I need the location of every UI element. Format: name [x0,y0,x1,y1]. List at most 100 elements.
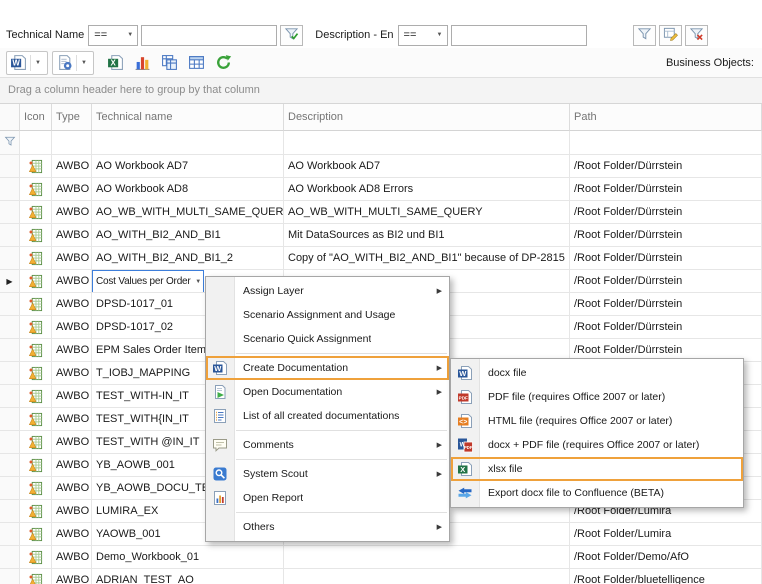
technical-name-filter-input[interactable] [141,25,277,46]
column-header-path[interactable]: Path [570,104,762,131]
customize-filter-button[interactable] [659,25,682,46]
technical-name-operator-select[interactable]: == ▼ [88,25,138,46]
create-documentation-button[interactable]: W▼ [6,51,48,75]
table-row[interactable]: AWBOAO Workbook AD8AO Workbook AD8 Error… [0,178,762,201]
menu-item-system-scout[interactable]: System Scout▶ [206,462,449,486]
menu-item-create-documentation[interactable]: WCreate Documentation▶ [206,356,449,380]
menu-item-xlsx-file[interactable]: Xxlsx file [451,457,743,481]
cell-type[interactable]: AWBO [52,569,92,584]
cell-type[interactable]: AWBO [52,247,92,270]
copy-grid-button[interactable] [158,51,181,75]
menu-item-docx-pdf-file-requires-office-2007-or-later[interactable]: WPDFdocx + PDF file (requires Office 200… [451,433,743,457]
menu-item-pdf-file-requires-office-2007-or-later[interactable]: PDFPDF file (requires Office 2007 or lat… [451,385,743,409]
table-row[interactable]: AWBODemo_Workbook_01/Root Folder/Demo/Af… [0,546,762,569]
cell-type[interactable]: AWBO [52,477,92,500]
menu-item-comments[interactable]: Comments▶ [206,433,449,457]
dropdown-arrow-icon[interactable]: ▼ [30,55,44,71]
chevron-down-icon: ▼ [433,32,447,38]
cell-type[interactable]: AWBO [52,316,92,339]
dropdown-arrow-icon[interactable]: ▼ [76,55,90,71]
column-header-icon[interactable]: Icon [20,104,52,131]
cell-type[interactable]: AWBO [52,500,92,523]
clear-filter-button[interactable] [685,25,708,46]
cell-type[interactable]: AWBO [52,270,92,293]
table-row[interactable]: AWBOADRIAN_TEST_AO/Root Folder/bluetelli… [0,569,762,584]
cell-description[interactable]: Copy of "AO_WITH_BI2_AND_BI1" because of… [284,247,570,270]
cell-path[interactable]: /Root Folder/Dürrstein [570,224,762,247]
cell-description[interactable]: AO Workbook AD8 Errors [284,178,570,201]
cell-path[interactable]: /Root Folder/Dürrstein [570,247,762,270]
table-row[interactable]: AWBOAO_WITH_BI2_AND_BI1Mit DataSources a… [0,224,762,247]
cell-type[interactable]: AWBO [52,523,92,546]
cell-path[interactable]: /Root Folder/Dürrstein [570,316,762,339]
menu-item-open-report[interactable]: Open Report [206,486,449,510]
cell-type[interactable]: AWBO [52,155,92,178]
cell-path[interactable]: /Root Folder/Dürrstein [570,293,762,316]
combo-dropdown-icon[interactable]: ▼ [193,279,201,285]
cell-path[interactable]: /Root Folder/Lumira [570,523,762,546]
cell-technical-name[interactable]: AO_WITH_BI2_AND_BI1 [92,224,284,247]
menu-item-others[interactable]: Others▶ [206,515,449,539]
description-operator-select[interactable]: == ▼ [398,25,448,46]
cell-technical-name[interactable]: AO Workbook AD8 [92,178,284,201]
menu-item-assign-layer[interactable]: Assign Layer▶ [206,279,449,303]
table-row[interactable]: AWBOAO Workbook AD7AO Workbook AD7/Root … [0,155,762,178]
table-row[interactable]: AWBOAO_WB_WITH_MULTI_SAME_QUERYAO_WB_WIT… [0,201,762,224]
column-header-technical-name[interactable]: Technical name [92,104,284,131]
cell-type[interactable]: AWBO [52,454,92,477]
menu-item-open-documentation[interactable]: Open Documentation▶ [206,380,449,404]
cell-description[interactable]: AO_WB_WITH_MULTI_SAME_QUERY [284,201,570,224]
cell-path[interactable]: /Root Folder/Dürrstein [570,155,762,178]
menu-item-list-of-all-created-documentations[interactable]: List of all created documentations [206,404,449,428]
cell-type[interactable]: AWBO [52,201,92,224]
cell-description[interactable] [284,569,570,584]
filter-cell-description[interactable] [284,131,570,155]
cell-type[interactable]: AWBO [52,408,92,431]
column-header-type[interactable]: Type [52,104,92,131]
export-xlsx-button[interactable]: X [104,51,127,75]
open-documentation-button[interactable]: ▼ [52,51,94,75]
cell-path[interactable]: /Root Folder/Dürrstein [570,178,762,201]
refresh-button[interactable] [212,51,235,75]
description-filter-input[interactable] [451,25,587,46]
cell-technical-name[interactable]: Demo_Workbook_01 [92,546,284,569]
column-header-description[interactable]: Description [284,104,570,131]
cell-type[interactable]: AWBO [52,339,92,362]
cell-type[interactable]: AWBO [52,178,92,201]
table-row[interactable]: AWBOAO_WITH_BI2_AND_BI1_2Copy of "AO_WIT… [0,247,762,270]
technical-name-editor[interactable]: Cost Values per Order▼ [92,270,204,293]
cell-type[interactable]: AWBO [52,224,92,247]
filter-cell-technical-name[interactable] [92,131,284,155]
apply-filter-button[interactable] [280,25,303,46]
cell-technical-name[interactable]: AO_WB_WITH_MULTI_SAME_QUERY [92,201,284,224]
filter-editor-button[interactable] [633,25,656,46]
cell-path[interactable]: /Root Folder/Dürrstein [570,270,762,293]
chart-button[interactable] [131,51,154,75]
menu-item-html-file-requires-office-2007-or-later[interactable]: <>HTML file (requires Office 2007 or lat… [451,409,743,433]
cell-technical-name[interactable]: AO_WITH_BI2_AND_BI1_2 [92,247,284,270]
menu-item-scenario-quick-assignment[interactable]: Scenario Quick Assignment [206,327,449,351]
cell-technical-name[interactable]: AO Workbook AD7 [92,155,284,178]
cell-technical-name[interactable]: ADRIAN_TEST_AO [92,569,284,584]
filter-cell-type[interactable] [52,131,92,155]
menu-item-scenario-assignment-and-usage[interactable]: Scenario Assignment and Usage [206,303,449,327]
cell-type[interactable]: AWBO [52,362,92,385]
cell-type[interactable]: AWBO [52,293,92,316]
cell-description[interactable]: Mit DataSources as BI2 und BI1 [284,224,570,247]
cell-path[interactable]: /Root Folder/bluetelligence [570,569,762,584]
group-by-panel[interactable]: Drag a column header here to group by th… [0,78,762,104]
cell-path[interactable]: /Root Folder/Dürrstein [570,201,762,224]
cell-type[interactable]: AWBO [52,385,92,408]
cell-type[interactable]: AWBO [52,431,92,454]
cell-path[interactable]: /Root Folder/Demo/AfO [570,546,762,569]
list-docs-icon [211,407,229,425]
cell-description[interactable] [284,546,570,569]
menu-item-docx-file[interactable]: Wdocx file [451,361,743,385]
cell-type[interactable]: AWBO [52,546,92,569]
filter-cell-icon[interactable] [20,131,52,155]
export-grid-button[interactable] [185,51,208,75]
menu-item-export-docx-file-to-confluence-beta[interactable]: Export docx file to Confluence (BETA) [451,481,743,505]
svg-text:PDF: PDF [464,445,473,450]
filter-cell-path[interactable] [570,131,762,155]
cell-description[interactable]: AO Workbook AD7 [284,155,570,178]
